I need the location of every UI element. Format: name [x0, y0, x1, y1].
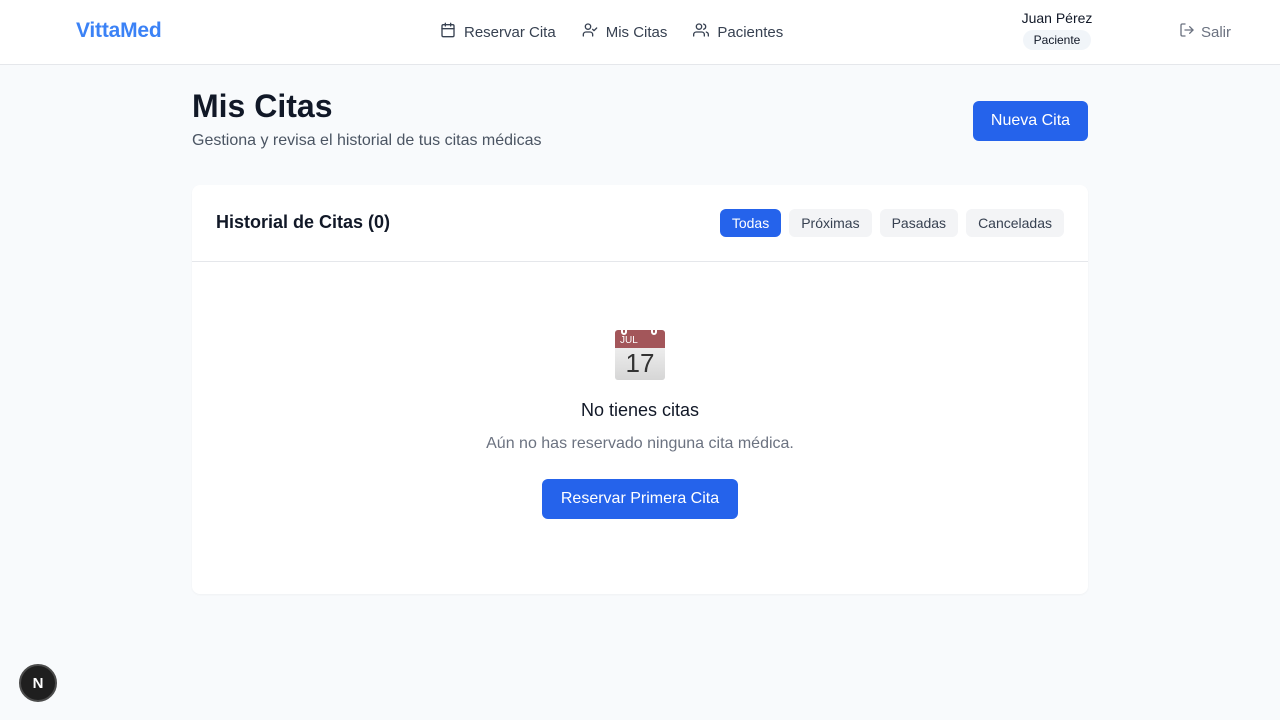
brand-logo[interactable]: VittaMed — [76, 19, 162, 43]
book-first-appointment-button[interactable]: Reservar Primera Cita — [542, 479, 738, 519]
users-icon — [693, 22, 710, 42]
empty-state: JUL 17 No tienes citas Aún no has reserv… — [192, 330, 1088, 519]
history-title: Historial de Citas (0) — [216, 212, 391, 232]
nav-item-reservar-cita[interactable]: Reservar Cita — [440, 22, 556, 42]
user-info: Juan Pérez Paciente — [1010, 10, 1104, 50]
user-name: Juan Pérez — [1021, 10, 1093, 26]
log-out-icon — [1179, 22, 1195, 42]
dev-tools-badge[interactable]: N — [19, 664, 57, 702]
new-appointment-button[interactable]: Nueva Cita — [973, 101, 1088, 141]
filter-tabs: Todas Próximas Pasadas Canceladas — [719, 209, 1064, 237]
nav-item-label: Pacientes — [717, 23, 784, 41]
calendar-icon — [440, 22, 456, 42]
filter-todas[interactable]: Todas — [719, 209, 782, 237]
nav-item-label: Mis Citas — [605, 23, 668, 41]
appointment-history-card: Historial de Citas (0) Todas Próximas Pa… — [192, 185, 1088, 594]
nav-item-pacientes[interactable]: Pacientes — [693, 22, 783, 42]
filter-proximas[interactable]: Próximas — [789, 209, 872, 237]
top-navbar: VittaMed Reservar Cita Mis Citas Pacient… — [0, 0, 1280, 65]
nav-item-label: Reservar Cita — [464, 23, 556, 41]
logout-button[interactable]: Salir — [1179, 22, 1231, 42]
user-check-icon — [582, 22, 598, 42]
main-nav: Reservar Cita Mis Citas Pacientes — [440, 22, 783, 42]
page-title: Mis Citas — [192, 88, 333, 124]
empty-title: No tienes citas — [580, 400, 700, 420]
logout-label: Salir — [1201, 23, 1232, 41]
calendar-emoji-icon: JUL 17 — [615, 330, 665, 380]
empty-text: Aún no has reservado ninguna cita médica… — [486, 435, 794, 452]
calendar-day: 17 — [615, 348, 665, 380]
nav-item-mis-citas[interactable]: Mis Citas — [582, 22, 668, 42]
page-subtitle: Gestiona y revisa el historial de tus ci… — [192, 132, 542, 149]
user-role-badge: Paciente — [1022, 30, 1092, 50]
filter-canceladas[interactable]: Canceladas — [966, 209, 1064, 237]
card-header: Historial de Citas (0) Todas Próximas Pa… — [192, 185, 1088, 262]
filter-pasadas[interactable]: Pasadas — [879, 209, 959, 237]
